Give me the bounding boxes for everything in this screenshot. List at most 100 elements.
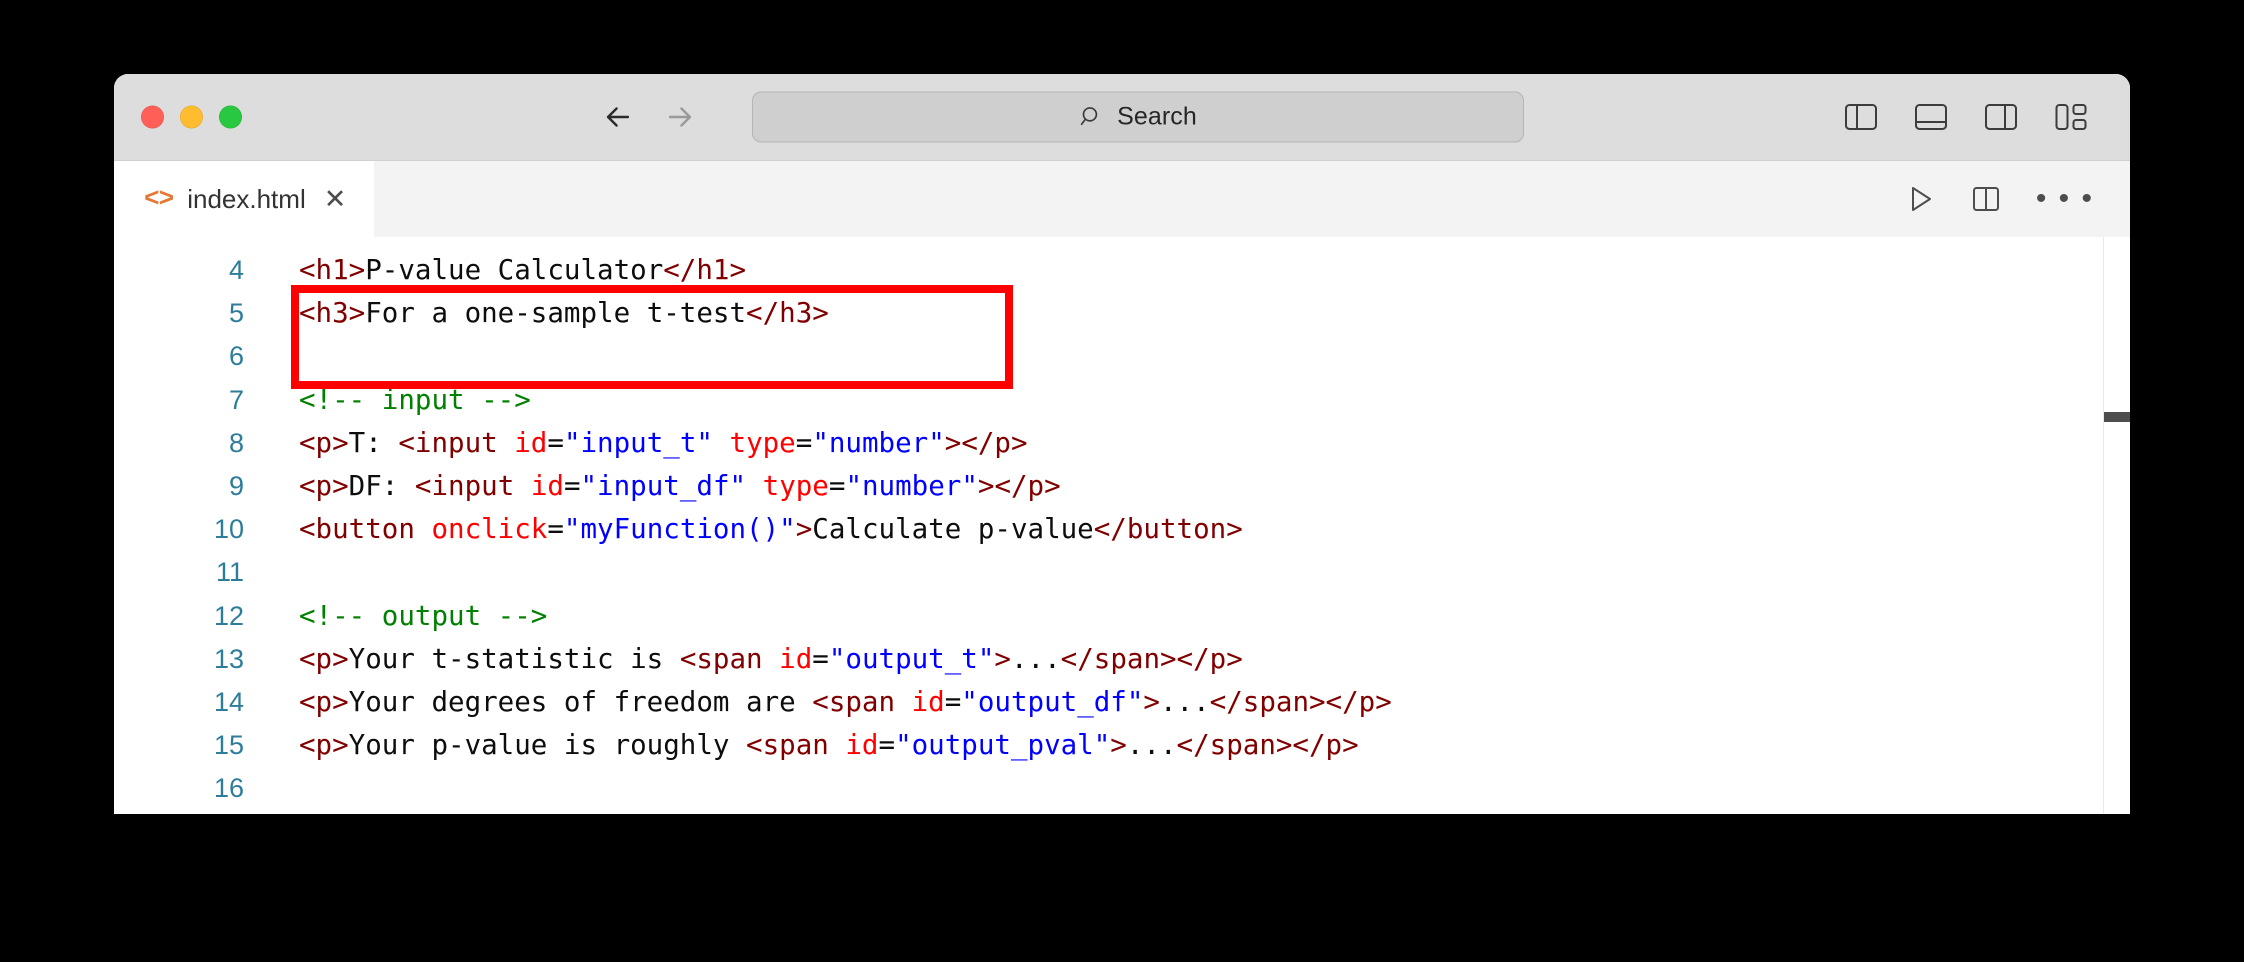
window-controls [141, 105, 242, 129]
token-plain: ... [1126, 729, 1177, 762]
token-plain: DF: [348, 469, 415, 502]
token-plain: = [812, 642, 829, 675]
search-icon [1079, 105, 1104, 130]
token-tag: </span></p> [1060, 642, 1243, 675]
toggle-primary-sidebar-icon[interactable] [1844, 102, 1878, 133]
token-attr: type [729, 426, 796, 459]
token-attr: id [845, 729, 879, 762]
token-tag: > [1110, 729, 1127, 762]
run-button[interactable] [1904, 184, 1936, 214]
search-placeholder-text: Search [1117, 102, 1197, 131]
token-plain: Your t-statistic is [348, 642, 680, 675]
toggle-secondary-sidebar-icon[interactable] [1984, 102, 2018, 133]
token-tag: <span [812, 685, 912, 718]
token-attr: type [762, 469, 829, 502]
vertical-scrollbar-thumb[interactable] [2104, 412, 2130, 422]
token-tag: </button> [1093, 513, 1243, 546]
code-line-text: <h3>For a one-sample t-test</h3> [299, 292, 829, 335]
token-plain: Your degrees of freedom are [348, 685, 813, 718]
tab-index-html[interactable]: <> index.html ✕ [114, 161, 375, 237]
token-val: "input_df" [580, 469, 747, 502]
code-line-text: <p>Your t-statistic is <span id="output_… [299, 638, 1243, 681]
editor-tabbar: <> index.html ✕ • • • [114, 161, 2130, 237]
html-file-icon: <> [144, 184, 174, 214]
code-line[interactable]: 16 [114, 767, 2130, 810]
token-tag: <h1> [299, 254, 366, 286]
code-line[interactable]: 14 <p>Your degrees of freedom are <span i… [114, 681, 2130, 724]
token-plain: = [828, 469, 846, 502]
token-tag: <p> [299, 426, 349, 459]
token-val: "number" [845, 469, 978, 502]
line-number: 10 [213, 514, 244, 545]
token-plain: ... [1159, 685, 1210, 718]
token-val: "output_pval" [895, 729, 1111, 762]
token-plain: = [878, 729, 896, 762]
code-line[interactable]: 6 [114, 335, 2130, 378]
token-tag: </h3> [746, 297, 829, 330]
code-line[interactable]: 9 <p>DF: <input id="input_df" type="numbe… [114, 465, 2130, 508]
token-tag: <span [746, 729, 846, 762]
code-line[interactable]: 12 <!-- output --> [114, 595, 2130, 638]
token-tag: <p> [299, 685, 349, 718]
code-line[interactable]: 15 <p>Your p-value is roughly <span id="o… [114, 724, 2130, 767]
token-plain: = [795, 426, 813, 459]
editor-actions: • • • [1904, 184, 2094, 214]
token-tag: <h3> [299, 297, 366, 330]
token-plain: P-value Calculator [365, 254, 664, 286]
code-line-text: <p>Your p-value is roughly <span id="out… [299, 724, 1359, 767]
arrow-left-icon[interactable] [601, 100, 635, 134]
editor-window: Search <> index.html ✕ • • • 4 <h1>P-val… [114, 74, 2130, 814]
close-tab-icon[interactable]: ✕ [320, 185, 347, 213]
token-plain: Calculate p-value [812, 513, 1094, 546]
code-line[interactable]: 10 <button onclick="myFunction()">Calcula… [114, 508, 2130, 551]
search-input[interactable]: Search [752, 91, 1524, 143]
token-tag: <input [398, 426, 515, 459]
line-number: 5 [228, 298, 244, 329]
line-number: 13 [213, 643, 244, 674]
token-tag: > [994, 642, 1011, 675]
token-tag: <input [414, 469, 531, 502]
token-val: "number" [812, 426, 945, 459]
toggle-panel-icon[interactable] [1914, 102, 1948, 133]
code-line[interactable]: 8 <p>T: <input id="input_t" type="number"… [114, 422, 2130, 465]
code-line-text: <!-- input --> [299, 379, 531, 422]
maximize-window-button[interactable] [219, 105, 242, 129]
token-plain: ... [1010, 642, 1061, 675]
token-plain: = [547, 513, 564, 546]
token-tag: <p> [299, 729, 349, 762]
token-attr: id [514, 426, 548, 459]
line-number: 12 [213, 600, 244, 631]
token-plain: T: [348, 426, 399, 459]
line-number: 6 [228, 341, 244, 372]
code-line-text: <h1>P-value Calculator</h1> [299, 249, 746, 292]
code-line[interactable]: 4 <h1>P-value Calculator</h1> [114, 249, 2130, 292]
token-tag: <button [299, 513, 432, 546]
customize-layout-icon[interactable] [2054, 102, 2088, 133]
more-actions-button[interactable]: • • • [2036, 184, 2094, 214]
split-editor-button[interactable] [1970, 184, 2002, 214]
code-lines-container: 4 <h1>P-value Calculator</h1> 5 <h3>For a o… [114, 249, 2130, 810]
line-number: 4 [228, 255, 244, 285]
code-line-text: <!-- output --> [299, 595, 547, 638]
token-val: "input_t" [563, 426, 713, 459]
line-number: 16 [213, 773, 244, 804]
code-line[interactable]: 7 <!-- input --> [114, 379, 2130, 422]
arrow-right-icon[interactable] [663, 100, 697, 134]
code-line[interactable]: 11 [114, 551, 2130, 594]
minimize-window-button[interactable] [180, 105, 203, 129]
layout-toggle-group [1844, 102, 2088, 133]
token-tag: </span></p> [1209, 685, 1392, 718]
close-window-button[interactable] [141, 105, 164, 129]
line-number: 15 [213, 730, 244, 761]
token-tag: <p> [299, 469, 349, 502]
token-tag: > [795, 513, 813, 546]
code-line[interactable]: 5 <h3>For a one-sample t-test</h3> [114, 292, 2130, 335]
line-number: 9 [228, 470, 244, 501]
code-editor[interactable]: 4 <h1>P-value Calculator</h1> 5 <h3>For a o… [114, 237, 2130, 814]
window-titlebar: Search [114, 74, 2130, 161]
code-line[interactable]: 13 <p>Your t-statistic is <span id="outpu… [114, 638, 2130, 681]
code-line-text: <p>DF: <input id="input_df" type="number… [299, 465, 1061, 508]
token-attr: onclick [431, 513, 548, 546]
